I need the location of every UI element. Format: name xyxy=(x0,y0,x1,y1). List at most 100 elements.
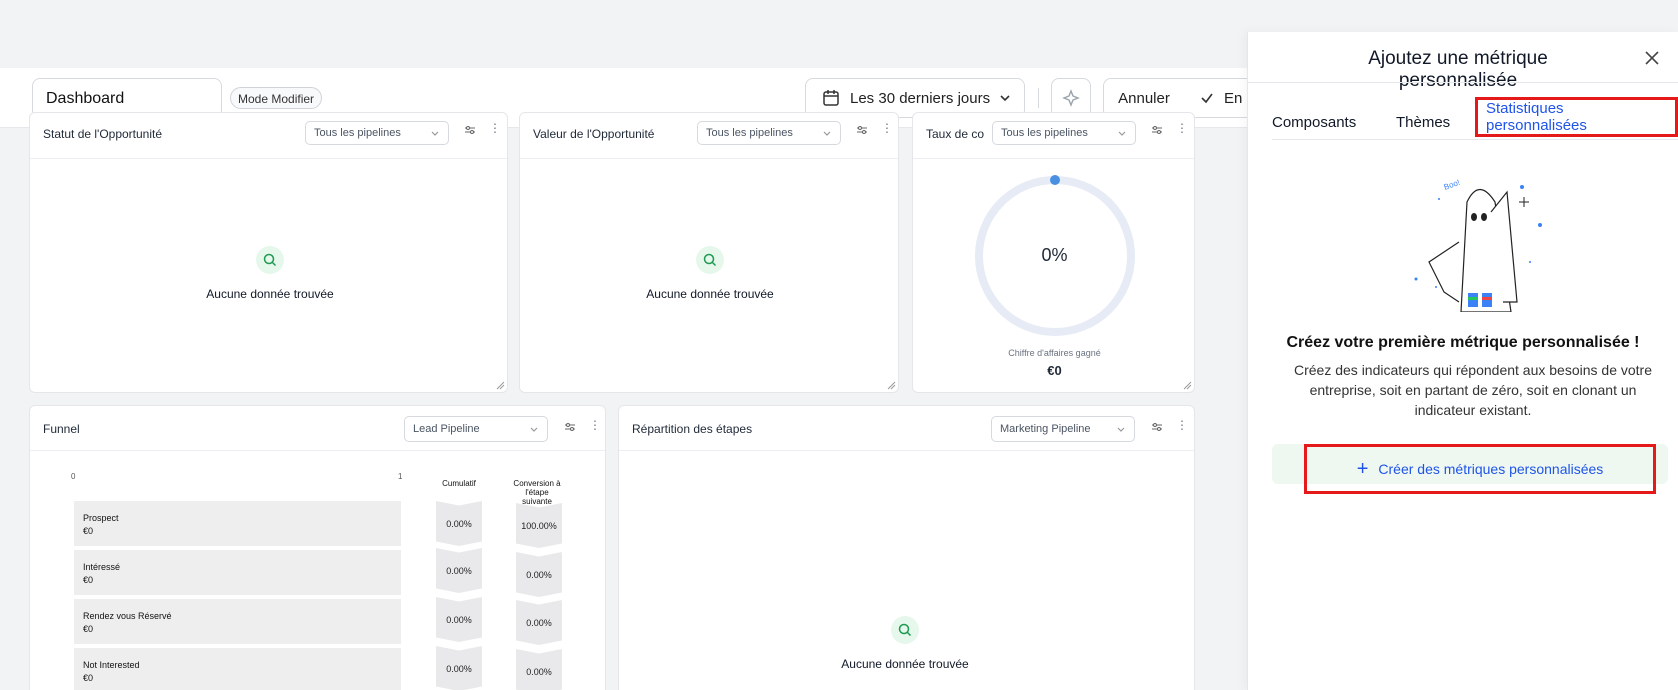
sparkle-icon xyxy=(1062,89,1080,107)
empty-state: Aucune donnée trouvée xyxy=(180,246,360,301)
cumulative-cell: 0.00% xyxy=(436,597,482,642)
more-options-icon[interactable]: ⋮ xyxy=(881,121,893,135)
filter-settings-icon[interactable] xyxy=(464,124,476,138)
close-icon[interactable] xyxy=(1642,48,1662,68)
more-options-icon[interactable]: ⋮ xyxy=(489,121,501,135)
empty-state-description: Créez des indicateurs qui répondent aux … xyxy=(1294,362,1652,418)
pipeline-select[interactable]: Tous les pipelines xyxy=(305,121,449,145)
cumulative-cell: 0.00% xyxy=(436,501,482,546)
divider xyxy=(619,450,1194,451)
gauge-dot xyxy=(1050,175,1060,185)
chevron-down-icon xyxy=(1117,427,1125,432)
chevron-down-icon xyxy=(1000,95,1010,102)
conversion-cell: 100.00% xyxy=(516,503,562,548)
divider xyxy=(1038,88,1039,108)
create-custom-metric-button[interactable]: + Créer des métriques personnalisées xyxy=(1304,444,1656,494)
filter-settings-icon[interactable] xyxy=(1151,421,1163,435)
cumulative-cell: 0.00% xyxy=(436,646,482,690)
plus-icon: + xyxy=(1356,458,1369,480)
chevron-down-icon xyxy=(1118,131,1126,136)
card-title: Statut de l'Opportunité xyxy=(43,127,163,141)
divider xyxy=(1248,82,1678,83)
column-header-cumulative: Cumulatif xyxy=(442,479,476,488)
gauge-subtitle: Chiffre d'affaires gagné xyxy=(1008,348,1101,358)
filter-settings-icon[interactable] xyxy=(564,421,576,435)
axis-tick: 0 xyxy=(71,472,76,481)
pipeline-select[interactable]: Tous les pipelines xyxy=(992,121,1136,145)
mode-badge: Mode Modifier xyxy=(230,87,323,109)
stage-value: €0 xyxy=(83,526,94,536)
search-icon xyxy=(696,246,724,274)
search-icon xyxy=(891,616,919,644)
pipeline-select[interactable]: Tous les pipelines xyxy=(697,121,841,145)
ghost-illustration: Boo! xyxy=(1414,178,1542,312)
save-label: En xyxy=(1224,89,1243,107)
filter-settings-icon[interactable] xyxy=(856,124,868,138)
stage-name: Rendez vous Réservé xyxy=(83,611,172,621)
select-value: Lead Pipeline xyxy=(413,423,480,435)
empty-message: Aucune donnée trouvée xyxy=(206,287,334,301)
tab-custom-stats[interactable]: Statistiques personnalisées xyxy=(1475,97,1678,137)
opportunity-status-card: Statut de l'Opportunité Tous les pipelin… xyxy=(29,112,508,393)
chevron-down-icon xyxy=(530,427,538,432)
empty-message: Aucune donnée trouvée xyxy=(841,657,969,671)
conversion-cell: 0.00% xyxy=(516,552,562,597)
axis-tick: 1 xyxy=(398,472,403,481)
panel-title: Ajoutez une métrique personnalisée xyxy=(1368,48,1548,91)
empty-state-title: Créez votre première métrique personnali… xyxy=(1286,334,1640,351)
divider xyxy=(30,450,605,451)
select-value: Tous les pipelines xyxy=(1001,127,1088,139)
more-options-icon[interactable]: ⋮ xyxy=(1176,121,1188,135)
funnel-stage: Intéressé €0 xyxy=(74,550,401,595)
resize-handle-icon[interactable] xyxy=(495,380,505,390)
divider xyxy=(30,158,507,159)
divider xyxy=(520,158,898,159)
card-title: Funnel xyxy=(43,422,80,436)
funnel-stage: Rendez vous Réservé €0 xyxy=(74,599,401,644)
resize-handle-icon[interactable] xyxy=(1182,380,1192,390)
empty-state: Aucune donnée trouvée xyxy=(815,616,995,671)
stage-value: €0 xyxy=(83,575,94,585)
create-metric-label: Créer des métriques personnalisées xyxy=(1378,461,1604,477)
select-value: Tous les pipelines xyxy=(706,127,793,139)
chevron-down-icon xyxy=(431,131,439,136)
svg-text:Boo!: Boo! xyxy=(1443,178,1462,192)
more-options-icon[interactable]: ⋮ xyxy=(1176,418,1188,432)
conversion-cell: 0.00% xyxy=(516,649,562,690)
funnel-stage: Prospect €0 xyxy=(74,501,401,546)
opportunity-value-card: Valeur de l'Opportunité Tous les pipelin… xyxy=(519,112,899,393)
stage-value: €0 xyxy=(83,624,94,634)
select-value: Tous les pipelines xyxy=(314,127,401,139)
divider xyxy=(913,158,1194,159)
pipeline-select[interactable]: Marketing Pipeline xyxy=(991,416,1135,442)
empty-state: Aucune donnée trouvée xyxy=(620,246,800,301)
more-options-icon[interactable]: ⋮ xyxy=(589,418,601,432)
gauge-percent: 0% xyxy=(1041,245,1068,265)
stage-name: Not Interested xyxy=(83,660,140,670)
conversion-cell: 0.00% xyxy=(516,600,562,645)
panel-tabs: Composants Thèmes Statistiques personnal… xyxy=(1272,97,1678,140)
stage-name: Intéressé xyxy=(83,562,121,572)
column-header-conversion: Conversion à l'étape suivante xyxy=(513,479,561,506)
check-icon xyxy=(1201,93,1213,104)
chevron-down-icon xyxy=(823,131,831,136)
select-value: Marketing Pipeline xyxy=(1000,423,1091,435)
gauge-value: €0 xyxy=(1047,363,1062,378)
card-title: Valeur de l'Opportunité xyxy=(533,127,655,141)
card-title: Taux de co xyxy=(926,127,985,141)
resize-handle-icon[interactable] xyxy=(886,380,896,390)
search-icon xyxy=(256,246,284,274)
empty-message: Aucune donnée trouvée xyxy=(646,287,774,301)
tab-components[interactable]: Composants xyxy=(1272,104,1356,140)
filter-settings-icon[interactable] xyxy=(1151,124,1163,138)
tab-themes[interactable]: Thèmes xyxy=(1396,104,1450,140)
funnel-stage: Not Interested €0 xyxy=(74,648,401,690)
stage-distribution-card: Répartition des étapes Marketing Pipelin… xyxy=(618,405,1195,690)
stage-value: €0 xyxy=(83,673,94,683)
date-range-label: Les 30 derniers jours xyxy=(850,89,991,107)
pipeline-select[interactable]: Lead Pipeline xyxy=(404,416,548,442)
stage-name: Prospect xyxy=(83,513,119,523)
cumulative-cell: 0.00% xyxy=(436,548,482,593)
calendar-icon xyxy=(823,90,839,106)
card-title: Répartition des étapes xyxy=(632,422,753,436)
